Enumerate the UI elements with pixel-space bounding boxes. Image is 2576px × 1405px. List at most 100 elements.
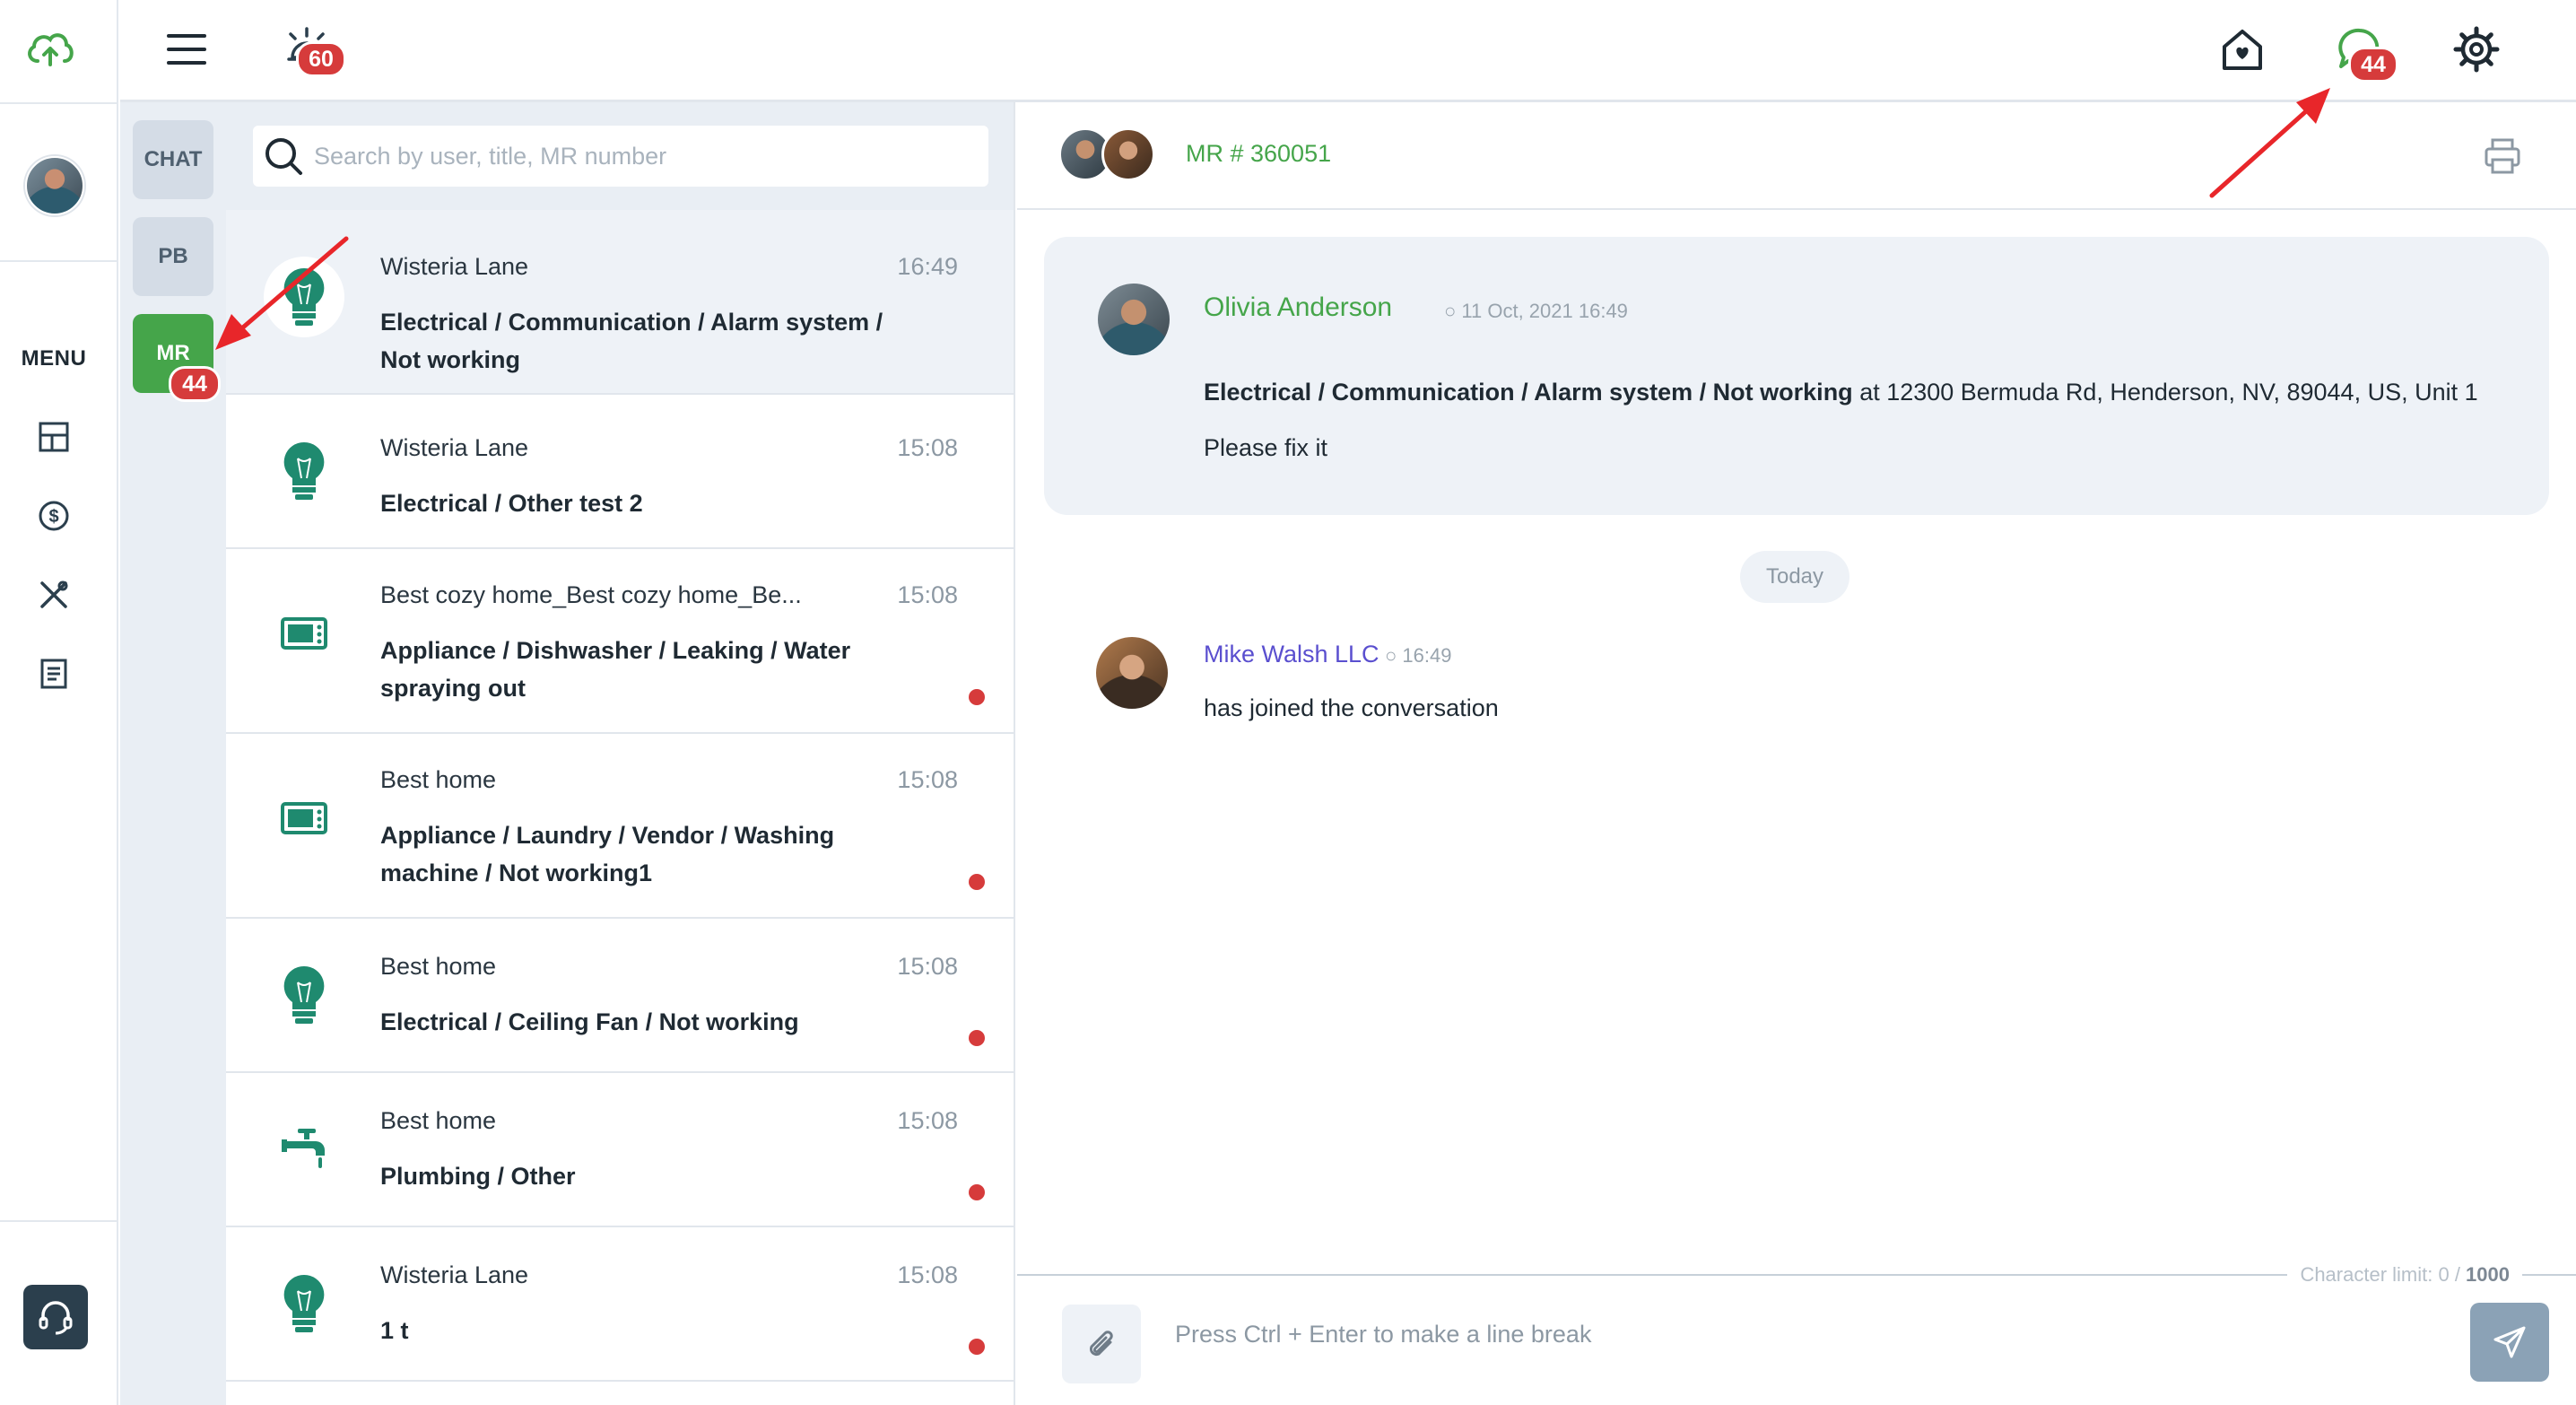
tab-mr[interactable]: MR 44	[133, 314, 221, 402]
lightbulb-icon	[264, 431, 344, 511]
rail-divider	[0, 1220, 118, 1222]
tab-label: PB	[158, 244, 188, 268]
printer-icon[interactable]	[2483, 136, 2522, 176]
rail-divider	[0, 102, 118, 104]
sender-avatar	[1098, 284, 1170, 355]
send-button[interactable]	[2470, 1303, 2549, 1382]
search-box	[253, 126, 988, 187]
message-time-text: 16:49	[1402, 644, 1452, 667]
tab-label: CHAT	[144, 147, 203, 171]
gear-icon[interactable]	[2452, 25, 2501, 74]
list-item[interactable]: Best cozy home_Best cozy home_Be... 15:0…	[226, 549, 1014, 734]
tab-pb[interactable]: PB	[133, 217, 213, 296]
message-time: ○ 11 Oct, 2021 16:49	[1444, 300, 1628, 322]
item-description: Appliance / Laundry / Vendor / Washing m…	[380, 822, 835, 886]
item-title: Best home	[380, 766, 497, 793]
character-limit-max: 1000	[2466, 1263, 2510, 1286]
item-description: Electrical / Communication / Alarm syste…	[380, 309, 883, 373]
list-item[interactable]: Best home 15:08 Plumbing / Other	[226, 1073, 1014, 1227]
headset-icon	[39, 1301, 73, 1335]
item-time: 15:08	[897, 1261, 958, 1288]
menu-label: MENU	[21, 346, 87, 371]
cloud-upload-icon[interactable]	[25, 27, 75, 72]
item-time: 15:08	[897, 1107, 958, 1134]
send-icon	[2493, 1326, 2526, 1358]
sender-avatar	[1096, 637, 1168, 709]
list-item[interactable]: Wisteria Lane 16:49 Electrical / Communi…	[226, 210, 1014, 395]
hamburger-menu-icon[interactable]	[167, 32, 206, 66]
dollar-icon[interactable]: $	[34, 496, 74, 536]
character-limit: Character limit: 0 / 1000	[2287, 1263, 2522, 1287]
faucet-icon	[264, 1109, 344, 1190]
user-avatar[interactable]	[25, 156, 84, 215]
left-rail: MENU $	[0, 0, 118, 1405]
request-details-card: Olivia Anderson ○ 11 Oct, 2021 16:49 Ele…	[1044, 237, 2549, 515]
item-time: 15:08	[897, 434, 958, 461]
item-description: Plumbing / Other	[380, 1163, 576, 1190]
list-item[interactable]: Wisteria Lane 15:08 Electrical / Other t…	[226, 395, 1014, 549]
document-icon[interactable]	[34, 654, 74, 694]
category-tabs: CHAT PB MR 44	[120, 102, 226, 1405]
search-input[interactable]	[314, 142, 960, 170]
microwave-icon	[264, 594, 344, 675]
top-bar: 60 44	[120, 0, 2576, 102]
alarm-count-badge: 60	[296, 41, 346, 77]
item-title: Wisteria Lane	[380, 434, 529, 461]
item-description: 1 t	[380, 1317, 409, 1344]
lightbulb-icon	[264, 955, 344, 1035]
item-title: Wisteria Lane	[380, 1261, 529, 1288]
unread-indicator	[969, 689, 985, 705]
item-time: 15:08	[897, 953, 958, 980]
microwave-icon	[264, 779, 344, 860]
tab-chat[interactable]: CHAT	[133, 120, 213, 199]
character-limit-label: Character limit: 0 /	[2300, 1263, 2467, 1286]
message-input[interactable]	[1175, 1321, 2341, 1366]
list-item[interactable]: Best home 15:08 Appliance / Laundry / Ve…	[226, 734, 1014, 919]
unread-indicator	[969, 874, 985, 890]
mr-number: MR # 360051	[1186, 140, 1332, 167]
lightbulb-icon	[264, 1263, 344, 1344]
list-item[interactable]: Wisteria Lane 15:08 1 t	[226, 1227, 1014, 1382]
home-heart-icon[interactable]	[2219, 27, 2266, 72]
sender-name: Olivia Anderson	[1204, 292, 1393, 322]
unread-indicator	[969, 1030, 985, 1046]
request-summary: Electrical / Communication / Alarm syste…	[1204, 379, 2478, 406]
item-title: Best home	[380, 1107, 497, 1134]
svg-text:$: $	[48, 507, 58, 527]
search-icon	[265, 138, 302, 175]
tab-label: MR	[156, 341, 190, 365]
chat-count-badge: 44	[2348, 47, 2398, 83]
date-divider: Today	[1740, 551, 1849, 603]
item-time: 16:49	[897, 253, 958, 280]
item-title: Best home	[380, 953, 497, 980]
alarm-button[interactable]: 60	[282, 23, 346, 77]
request-list: Wisteria Lane 16:49 Electrical / Communi…	[226, 102, 1015, 1405]
rail-divider	[0, 260, 118, 262]
message-composer: Character limit: 0 / 1000	[1017, 1263, 2576, 1405]
participant-avatar	[1101, 127, 1155, 181]
paperclip-icon	[1089, 1331, 1113, 1357]
tools-icon[interactable]	[34, 575, 74, 615]
request-address: at 12300 Bermuda Rd, Henderson, NV, 8904…	[1852, 379, 2478, 406]
sender-name: Mike Walsh LLC	[1204, 641, 1379, 668]
message-time-text: 11 Oct, 2021 16:49	[1461, 300, 1628, 322]
item-title: Best cozy home_Best cozy home_Be...	[380, 581, 802, 608]
request-note: Please fix it	[1204, 434, 1328, 461]
item-title: Wisteria Lane	[380, 253, 529, 280]
item-time: 15:08	[897, 766, 958, 793]
request-category: Electrical / Communication / Alarm syste…	[1204, 379, 1853, 406]
message-text: has joined the conversation	[1204, 694, 1499, 721]
attach-button[interactable]	[1062, 1305, 1141, 1383]
support-button[interactable]	[23, 1285, 88, 1349]
mr-count-badge: 44	[169, 366, 221, 402]
dashboard-icon[interactable]	[34, 417, 74, 457]
item-description: Electrical / Other test 2	[380, 490, 643, 517]
item-description: Electrical / Ceiling Fan / Not working	[380, 1008, 799, 1035]
search-bar	[226, 102, 1014, 210]
list-item[interactable]: Best home 15:08 Electrical / Ceiling Fan…	[226, 919, 1014, 1073]
item-time: 15:08	[897, 581, 958, 608]
item-description: Appliance / Dishwasher / Leaking / Water…	[380, 637, 851, 702]
unread-indicator	[969, 1184, 985, 1200]
chat-button[interactable]: 44	[2336, 25, 2398, 83]
lightbulb-icon	[264, 257, 344, 337]
